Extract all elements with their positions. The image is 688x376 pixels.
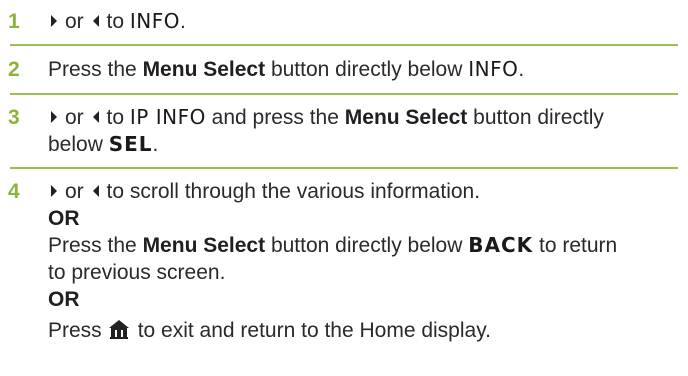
left-arrow-icon xyxy=(90,183,102,199)
step-number: 3 xyxy=(8,106,20,129)
step-4: 4 or to scroll through the various infor… xyxy=(0,169,688,344)
display-label-back: BACK xyxy=(468,233,534,257)
step-3: 3 or to IP INFO and press the Menu Selec… xyxy=(0,95,688,167)
step-2: 2 Press the Menu Select button directly … xyxy=(0,46,688,93)
step-text: or to IP INFO and press the Menu Select … xyxy=(48,105,604,156)
menu-select-term: Menu Select xyxy=(142,58,266,81)
or-separator: OR xyxy=(48,288,80,311)
home-icon xyxy=(108,319,130,339)
instruction-steps: 1 or to INFO. 2 Press the Menu Select bu… xyxy=(0,0,688,344)
menu-select-term: Menu Select xyxy=(142,234,266,257)
or-separator: OR xyxy=(48,207,80,230)
display-label-info: INFO xyxy=(468,57,519,81)
step-text: or to INFO. xyxy=(48,8,688,35)
right-arrow-icon xyxy=(48,13,60,29)
display-label-info: INFO xyxy=(129,9,180,33)
step-1: 1 or to INFO. xyxy=(0,0,688,44)
step-text: or to scroll through the various informa… xyxy=(48,178,688,344)
step-number: 1 xyxy=(8,10,20,33)
left-arrow-icon xyxy=(90,13,102,29)
right-arrow-icon xyxy=(48,109,60,125)
step-text: Press the Menu Select button directly be… xyxy=(48,57,525,81)
step-text-continued: to previous screen. xyxy=(48,261,226,284)
step-number: 4 xyxy=(8,180,20,203)
display-label-ip-info: IP INFO xyxy=(129,105,206,129)
menu-select-term: Menu Select xyxy=(344,106,468,129)
step-number: 2 xyxy=(8,58,20,81)
left-arrow-icon xyxy=(90,109,102,125)
right-arrow-icon xyxy=(48,183,60,199)
display-label-sel: SEL xyxy=(108,132,153,156)
